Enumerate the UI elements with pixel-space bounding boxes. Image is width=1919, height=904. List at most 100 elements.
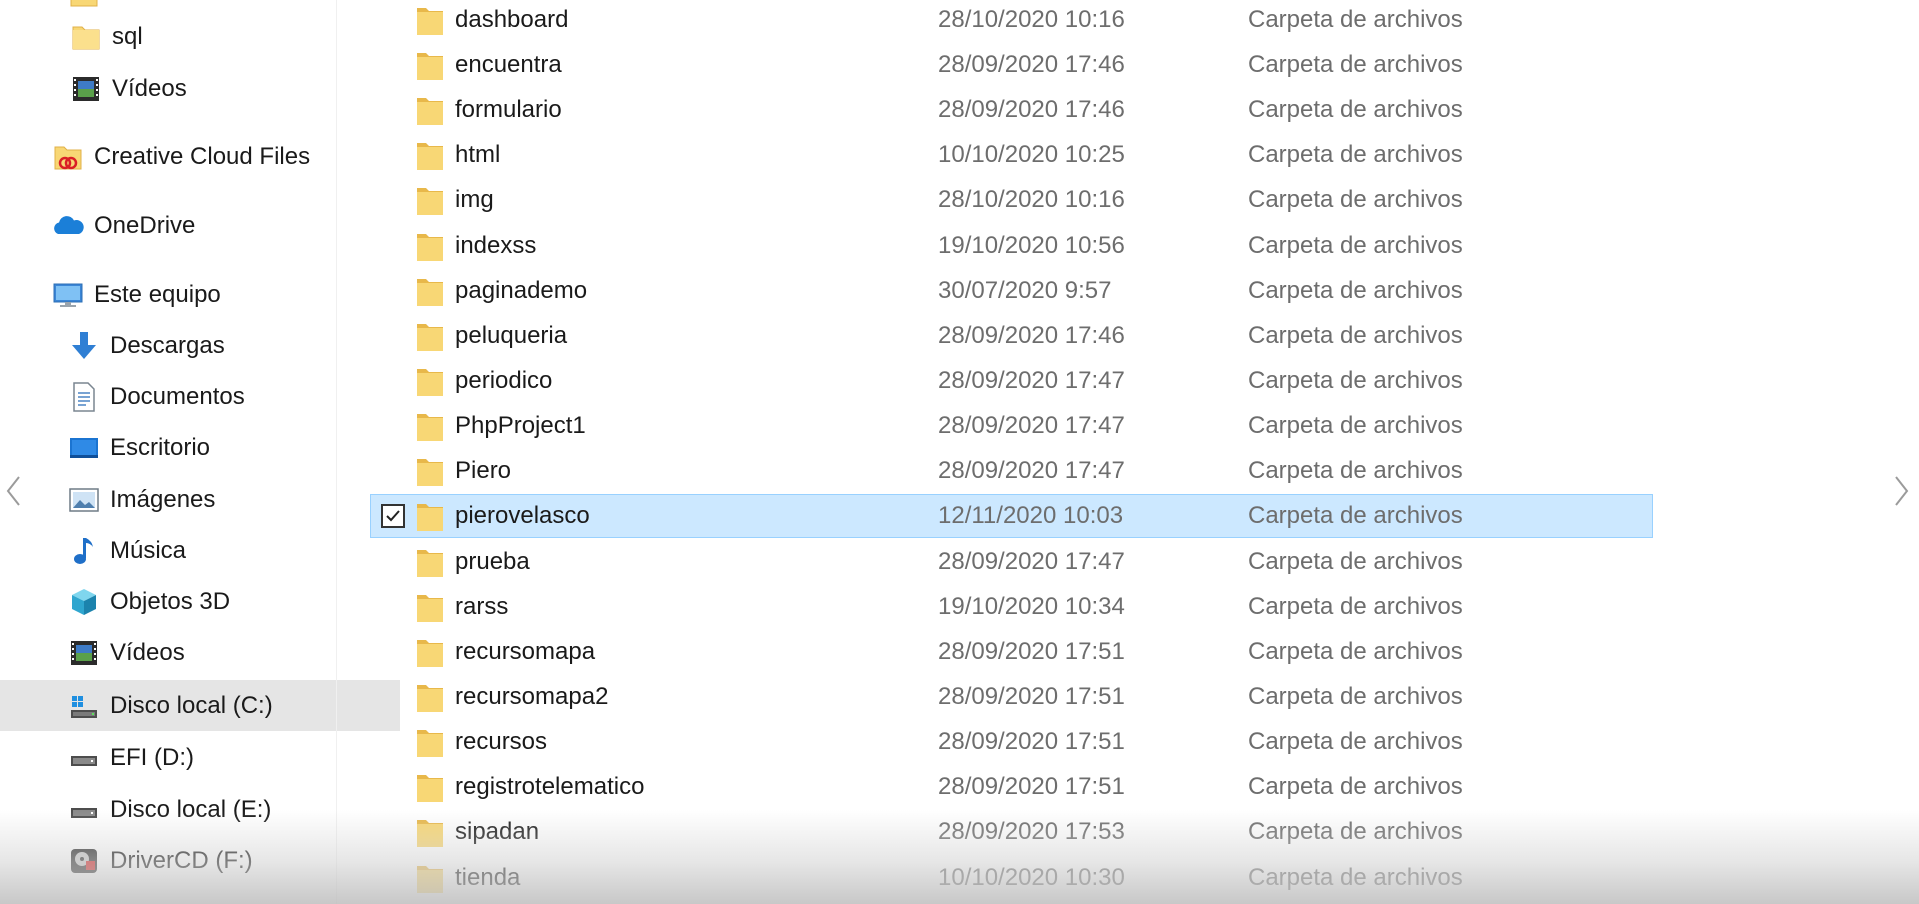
pane-divider[interactable] <box>336 0 337 904</box>
sidebar-item-sql[interactable]: sql <box>0 11 402 62</box>
file-row[interactable]: recursomapa2 28/09/2020 17:51 Carpeta de… <box>370 675 1653 719</box>
file-row[interactable]: tienda 10/10/2020 10:30 Carpeta de archi… <box>370 856 1653 900</box>
documents-icon <box>68 381 100 413</box>
file-name: html <box>455 141 501 168</box>
drive-icon <box>68 794 100 826</box>
sidebar-item-label: Disco local (E:) <box>110 795 272 823</box>
objects-3d-icon <box>68 586 100 618</box>
file-date: 19/10/2020 10:56 <box>938 232 1125 259</box>
sidebar-item-efi-d[interactable]: EFI (D:) <box>0 732 400 783</box>
sidebar-item-descargas[interactable]: Descargas <box>0 320 400 371</box>
checkmark-icon <box>386 510 400 522</box>
file-name: paginademo <box>455 277 588 304</box>
file-date: 28/09/2020 17:46 <box>938 96 1125 123</box>
left-chevron-icon[interactable] <box>4 474 24 508</box>
file-row[interactable]: encuentra 28/09/2020 17:46 Carpeta de ar… <box>370 43 1653 87</box>
onedrive-icon <box>52 210 84 242</box>
sidebar-item-videos[interactable]: Vídeos <box>0 627 400 678</box>
right-chevron-icon[interactable] <box>1891 474 1911 508</box>
drive-c-icon <box>68 690 100 722</box>
file-row[interactable]: paginademo 30/07/2020 9:57 Carpeta de ar… <box>370 269 1653 313</box>
sidebar-item-este-equipo[interactable]: Este equipo <box>0 269 384 320</box>
file-name: encuentra <box>455 51 562 78</box>
file-type: Carpeta de archivos <box>1248 96 1463 123</box>
folder-icon <box>415 454 445 488</box>
file-row-selected[interactable]: pierovelasco 12/11/2020 10:03 Carpeta de… <box>370 494 1653 538</box>
sidebar-item-musica[interactable]: Música <box>0 525 400 576</box>
folder-icon <box>415 861 445 895</box>
file-date: 12/11/2020 10:03 <box>938 502 1124 529</box>
folder-icon <box>415 319 445 353</box>
downloads-icon <box>68 330 100 362</box>
file-date: 28/09/2020 17:46 <box>938 51 1125 78</box>
file-date: 28/09/2020 17:51 <box>938 773 1125 800</box>
file-type: Carpeta de archivos <box>1248 322 1463 349</box>
folder-icon <box>415 183 445 217</box>
file-row[interactable]: formulario 28/09/2020 17:46 Carpeta de a… <box>370 88 1653 132</box>
folder-icon <box>415 545 445 579</box>
file-row[interactable]: prueba 28/09/2020 17:47 Carpeta de archi… <box>370 540 1653 584</box>
sidebar-item-documentos[interactable]: Documentos <box>0 371 400 422</box>
file-type: Carpeta de archivos <box>1248 141 1463 168</box>
sidebar-item-escritorio[interactable]: Escritorio <box>0 422 400 473</box>
sidebar-item-creative-cloud-files[interactable]: Creative Cloud Files <box>0 131 384 182</box>
sidebar-item-imagenes[interactable]: Imágenes <box>0 474 400 525</box>
file-name: dashboard <box>455 6 569 33</box>
sidebar-item-drivercd-f[interactable]: DriverCD (F:) <box>0 835 400 886</box>
folder-icon <box>70 0 98 8</box>
music-icon <box>68 535 100 567</box>
sidebar-item-objetos-3d[interactable]: Objetos 3D <box>0 576 400 627</box>
file-row[interactable]: recursos 28/09/2020 17:51 Carpeta de arc… <box>370 720 1653 764</box>
file-name: periodico <box>455 367 553 394</box>
folder-icon <box>415 499 445 533</box>
file-date: 28/10/2020 10:16 <box>938 6 1125 33</box>
file-name: peluqueria <box>455 322 568 349</box>
folder-icon <box>415 138 445 172</box>
folder-icon <box>415 680 445 714</box>
sidebar-item-onedrive[interactable]: OneDrive <box>0 200 384 251</box>
file-row[interactable]: PhpProject1 28/09/2020 17:47 Carpeta de … <box>370 404 1653 448</box>
file-row[interactable]: recursomapa 28/09/2020 17:51 Carpeta de … <box>370 630 1653 674</box>
file-row[interactable]: img 28/10/2020 10:16 Carpeta de archivos <box>370 178 1653 222</box>
file-row[interactable]: periodico 28/09/2020 17:47 Carpeta de ar… <box>370 359 1653 403</box>
sidebar-item-videos-quick[interactable]: Vídeos <box>0 63 402 114</box>
row-checkbox[interactable] <box>381 504 405 528</box>
sidebar-item-label: Creative Cloud Files <box>94 142 311 170</box>
folder-icon <box>415 770 445 804</box>
file-row[interactable]: html 10/10/2020 10:25 Carpeta de archivo… <box>370 133 1653 177</box>
file-row[interactable]: sipadan 28/09/2020 17:53 Carpeta de arch… <box>370 810 1653 854</box>
sidebar-item-disco-local-e[interactable]: Disco local (E:) <box>0 784 400 835</box>
videos-icon <box>68 637 100 669</box>
folder-icon <box>415 274 445 308</box>
navigation-pane: sql Vídeos Creative Cloud Files OneDrive… <box>0 0 400 904</box>
sidebar-item-label: OneDrive <box>94 211 196 239</box>
folder-icon <box>415 409 445 443</box>
desktop-icon <box>68 432 100 464</box>
file-name: indexss <box>455 232 537 259</box>
file-row[interactable]: Piero 28/09/2020 17:47 Carpeta de archiv… <box>370 449 1653 493</box>
file-type: Carpeta de archivos <box>1248 773 1463 800</box>
file-name: Piero <box>455 457 512 484</box>
file-date: 28/09/2020 17:51 <box>938 683 1125 710</box>
file-date: 28/09/2020 17:51 <box>938 728 1125 755</box>
file-row[interactable]: rarss 19/10/2020 10:34 Carpeta de archiv… <box>370 585 1653 629</box>
sidebar-item-label: Documentos <box>110 382 245 410</box>
file-type: Carpeta de archivos <box>1248 367 1463 394</box>
file-date: 10/10/2020 10:25 <box>938 141 1125 168</box>
folder-icon <box>415 229 445 263</box>
computer-icon <box>52 279 84 311</box>
sidebar-item-disco-local-c[interactable]: Disco local (C:) <box>0 680 400 731</box>
driver-cd-icon <box>68 845 100 877</box>
sidebar-item-label: Este equipo <box>94 280 221 308</box>
file-row[interactable]: indexss 19/10/2020 10:56 Carpeta de arch… <box>370 224 1653 268</box>
file-row[interactable]: peluqueria 28/09/2020 17:46 Carpeta de a… <box>370 314 1653 358</box>
file-name: recursomapa <box>455 638 596 665</box>
file-row[interactable]: registrotelematico 28/09/2020 17:51 Carp… <box>370 765 1653 809</box>
file-type: Carpeta de archivos <box>1248 232 1463 259</box>
file-row[interactable]: dashboard 28/10/2020 10:16 Carpeta de ar… <box>370 0 1653 42</box>
sidebar-item-label: Vídeos <box>110 638 185 666</box>
file-date: 28/09/2020 17:47 <box>938 457 1125 484</box>
file-type: Carpeta de archivos <box>1248 638 1463 665</box>
drive-icon <box>68 742 100 774</box>
sidebar-item-label: Música <box>110 536 187 564</box>
